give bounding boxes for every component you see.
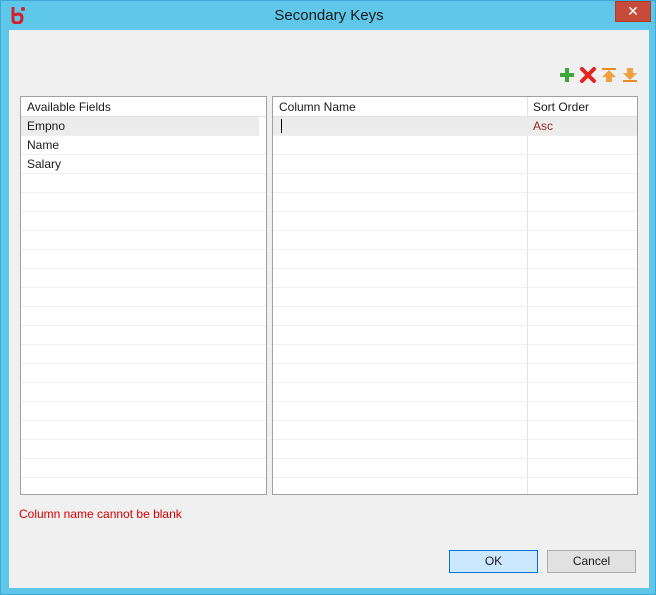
- empty-row: [273, 364, 637, 383]
- empty-row: [273, 212, 637, 231]
- empty-row: [21, 288, 266, 307]
- empty-row: [21, 174, 266, 193]
- empty-row: [273, 440, 637, 459]
- validation-error-message: Column name cannot be blank: [19, 507, 182, 521]
- column-name-cell[interactable]: [273, 117, 527, 136]
- empty-row: [273, 421, 637, 440]
- available-fields-list[interactable]: Available Fields Empno Name Salary: [20, 96, 267, 495]
- dialog-body: Available Fields Empno Name Salary Colum…: [9, 30, 649, 588]
- available-fields-header: Available Fields: [21, 97, 266, 117]
- empty-row: [273, 250, 637, 269]
- empty-row: [273, 345, 637, 364]
- list-item[interactable]: Name: [21, 136, 266, 155]
- empty-row: [273, 269, 637, 288]
- close-button[interactable]: ✕: [615, 1, 651, 22]
- empty-row: [21, 193, 266, 212]
- empty-row: [273, 136, 637, 155]
- empty-row: [21, 345, 266, 364]
- empty-row: [21, 383, 266, 402]
- add-icon[interactable]: [559, 67, 575, 83]
- empty-row: [273, 231, 637, 250]
- empty-row: [21, 231, 266, 250]
- empty-row: [273, 402, 637, 421]
- cancel-button[interactable]: Cancel: [547, 550, 636, 573]
- empty-row: [273, 174, 637, 193]
- list-item[interactable]: Empno: [21, 117, 259, 136]
- move-down-icon[interactable]: [622, 67, 638, 83]
- empty-row: [21, 307, 266, 326]
- secondary-keys-table[interactable]: Column Name Sort Order Asc: [272, 96, 638, 495]
- empty-row: [273, 326, 637, 345]
- sort-order-header[interactable]: Sort Order: [527, 97, 637, 117]
- empty-row: [21, 402, 266, 421]
- window-title: Secondary Keys: [274, 7, 384, 24]
- empty-row: [273, 459, 637, 478]
- empty-row: [21, 250, 266, 269]
- secondary-keys-dialog: Secondary Keys ✕ Available Fields Empno …: [0, 0, 656, 595]
- empty-row: [21, 364, 266, 383]
- sort-order-cell[interactable]: Asc: [527, 117, 637, 136]
- column-name-header[interactable]: Column Name: [273, 97, 527, 117]
- delete-icon[interactable]: [580, 67, 596, 83]
- empty-row: [21, 212, 266, 231]
- empty-row: [273, 193, 637, 212]
- empty-row: [21, 326, 266, 345]
- empty-row: [273, 478, 637, 494]
- empty-row: [273, 383, 637, 402]
- empty-row: [21, 421, 266, 440]
- empty-row: [21, 478, 266, 494]
- empty-row: [273, 155, 637, 174]
- ok-button[interactable]: OK: [449, 550, 538, 573]
- empty-row: [273, 307, 637, 326]
- move-up-icon[interactable]: [601, 67, 617, 83]
- empty-row: [21, 440, 266, 459]
- title-bar[interactable]: Secondary Keys ✕: [1, 1, 656, 30]
- empty-row: [21, 269, 266, 288]
- text-cursor: [281, 119, 282, 133]
- empty-row: [21, 459, 266, 478]
- list-item[interactable]: Salary: [21, 155, 266, 174]
- empty-row: [273, 288, 637, 307]
